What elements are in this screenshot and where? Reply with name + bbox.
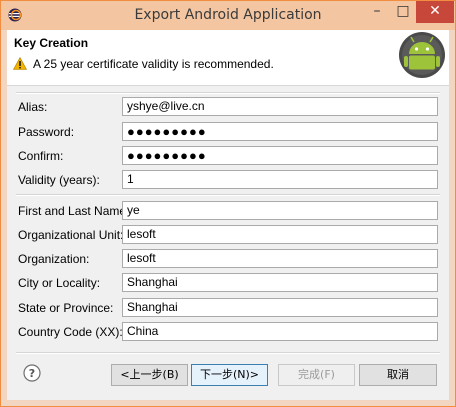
- back-button[interactable]: <上一步(B): [111, 364, 188, 386]
- help-icon[interactable]: ?: [23, 364, 41, 382]
- separator-bottom: [16, 352, 440, 354]
- minimize-button[interactable]: –: [364, 1, 390, 23]
- warning-icon: [13, 57, 27, 70]
- country-field[interactable]: China: [122, 322, 438, 341]
- password-field[interactable]: ●●●●●●●●●: [122, 122, 438, 141]
- alias-field[interactable]: yshye@live.cn: [122, 97, 438, 116]
- svg-text:?: ?: [29, 367, 35, 380]
- city-label: City or Locality:: [18, 276, 101, 290]
- state-field[interactable]: Shanghai: [122, 298, 438, 317]
- org-unit-field[interactable]: lesoft: [122, 225, 438, 244]
- name-label: First and Last Name:: [18, 204, 130, 218]
- maximize-button[interactable]: □: [390, 1, 416, 23]
- banner-message: A 25 year certificate validity is recomm…: [33, 57, 274, 71]
- password-label: Password:: [18, 125, 75, 139]
- organization-label: Organization:: [18, 252, 90, 266]
- close-button[interactable]: ✕: [416, 1, 454, 23]
- city-field[interactable]: Shanghai: [122, 273, 438, 292]
- export-dialog-window: Export Android Application – □ ✕ Key Cre…: [0, 0, 456, 407]
- separator-top: [16, 92, 440, 94]
- org-unit-label: Organizational Unit:: [18, 228, 124, 242]
- validity-field[interactable]: 1: [122, 170, 438, 189]
- validity-label: Validity (years):: [18, 173, 100, 187]
- country-label: Country Code (XX):: [18, 325, 123, 339]
- confirm-password-field[interactable]: ●●●●●●●●●: [122, 146, 438, 165]
- cancel-button[interactable]: 取消: [359, 364, 437, 386]
- name-field[interactable]: ye: [122, 201, 438, 220]
- title-bar[interactable]: Export Android Application – □ ✕: [1, 1, 455, 30]
- android-icon: [399, 32, 445, 78]
- wizard-banner: Key Creation A 25 year certificate valid…: [7, 30, 449, 86]
- organization-field[interactable]: lesoft: [122, 249, 438, 268]
- dialog-client-area: Key Creation A 25 year certificate valid…: [7, 30, 449, 400]
- finish-button[interactable]: 完成(F): [278, 364, 355, 386]
- separator-middle: [16, 194, 440, 196]
- page-title: Key Creation: [14, 36, 89, 50]
- alias-label: Alias:: [18, 100, 48, 114]
- confirm-label: Confirm:: [18, 149, 64, 163]
- next-button[interactable]: 下一步(N)>: [191, 364, 268, 386]
- state-label: State or Province:: [18, 301, 114, 315]
